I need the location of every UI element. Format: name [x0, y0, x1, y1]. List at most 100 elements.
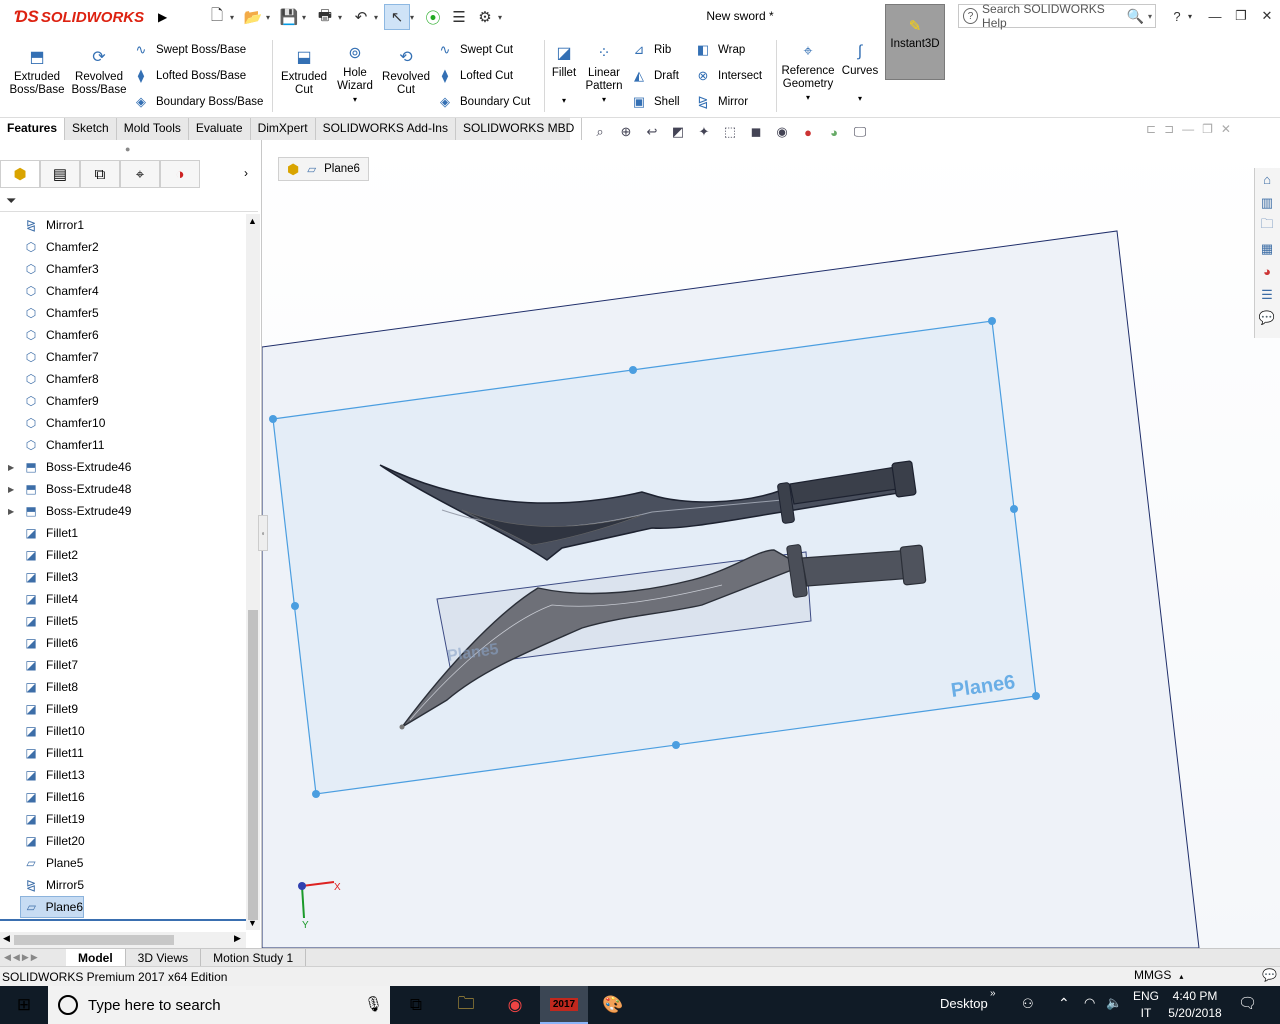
doc-tile-right-icon[interactable]: ⊐ [1164, 122, 1174, 136]
wrap-button[interactable]: ◧ Wrap [694, 40, 745, 60]
zoom-to-fit-icon[interactable]: ⌕ [590, 122, 610, 142]
part-icon[interactable]: ⬢ [287, 161, 299, 178]
action-center-icon[interactable]: 🗨 [1238, 994, 1257, 1012]
dynamic-annotation-icon[interactable]: ✦ [694, 122, 714, 142]
filter-funnel-icon[interactable]: ⏷ [6, 193, 16, 209]
tab-evaluate[interactable]: Evaluate [189, 118, 251, 140]
previous-view-icon[interactable]: ↩ [642, 122, 662, 142]
intersect-button[interactable]: ⊗ Intersect [694, 66, 763, 86]
clock[interactable]: 4:40 PM 5/20/2018 [1168, 988, 1222, 1022]
display-style-icon[interactable]: ◼ [746, 122, 766, 142]
scroll-up-icon[interactable]: ▲ [248, 216, 257, 226]
scroll-left-icon[interactable]: ◀ [3, 933, 10, 944]
hide-show-items-icon[interactable]: ◉ [772, 122, 792, 142]
section-view-icon[interactable]: ◩ [668, 122, 688, 142]
tree-item[interactable]: ⬡ Chamfer7 [0, 346, 246, 368]
edit-appearance-icon[interactable]: ● [798, 122, 818, 142]
print-icon[interactable]: 🖶 [312, 4, 338, 30]
tree-item[interactable]: ▶ ⬒ Boss-Extrude49 [0, 500, 246, 522]
reference-geometry-dropdown-icon[interactable]: ▾ [778, 91, 838, 104]
search-dropdown-icon[interactable]: ▾ [1148, 12, 1155, 21]
view-palette-icon[interactable]: ▦ [1255, 237, 1279, 260]
save-icon[interactable]: 💾 [276, 4, 302, 30]
tree-item[interactable]: ⬡ Chamfer4 [0, 280, 246, 302]
options-dropdown-icon[interactable]: ▾ [498, 13, 508, 22]
view-orientation-icon[interactable]: ⬚ [720, 122, 740, 142]
volume-icon[interactable]: 🔈 [1106, 995, 1122, 1011]
desktop-more-icon[interactable]: » [990, 988, 996, 999]
home-icon[interactable]: ⌂ [1255, 168, 1279, 191]
select-pointer-icon[interactable]: ↖ [384, 4, 410, 30]
scroll-down-icon[interactable]: ▼ [248, 918, 257, 928]
file-explorer-taskbar-icon[interactable]: 🗀 [442, 986, 490, 1024]
swept-boss-button[interactable]: ∿ Swept Boss/Base [132, 40, 247, 60]
hole-wizard-button[interactable]: ⊚ Hole Wizard ▾ [330, 42, 380, 106]
open-dropdown-icon[interactable]: ▾ [266, 13, 276, 22]
tree-item[interactable]: ⬡ Chamfer10 [0, 412, 246, 434]
doc-tile-left-icon[interactable]: ⊏ [1146, 122, 1156, 136]
design-library-icon[interactable]: ▥ [1255, 191, 1279, 214]
tree-item[interactable]: ◪ Fillet4 [0, 588, 246, 610]
tab-mold-tools[interactable]: Mold Tools [117, 118, 189, 140]
rebuild-traffic-light-icon[interactable]: ⦿ [420, 4, 446, 30]
undo-icon[interactable]: ↶ [348, 4, 374, 30]
new-dropdown-icon[interactable]: ▾ [230, 13, 240, 22]
tab-motion-study[interactable]: Motion Study 1 [201, 948, 307, 967]
panel-collapse-handle[interactable]: ◦ [258, 515, 268, 551]
tree-item[interactable]: ⬡ Chamfer3 [0, 258, 246, 280]
doc-minimize-icon[interactable]: — [1182, 122, 1194, 136]
scroll-right-icon[interactable]: ▶ [234, 933, 241, 944]
tree-item[interactable]: ◪ Fillet11 [0, 742, 246, 764]
people-icon[interactable]: ⚇ [1022, 996, 1034, 1012]
swept-cut-button[interactable]: ∿ Swept Cut [436, 40, 514, 60]
units-dropdown-icon[interactable]: ▴ [1179, 972, 1183, 981]
tab-mbd[interactable]: SOLIDWORKS MBD [456, 118, 583, 140]
tree-item[interactable]: ⬡ Chamfer2 [0, 236, 246, 258]
linear-pattern-dropdown-icon[interactable]: ▾ [582, 93, 626, 106]
tree-item[interactable]: ⬡ Chamfer6 [0, 324, 246, 346]
tree-item[interactable]: ▶ ⬒ Boss-Extrude48 [0, 478, 246, 500]
microphone-icon[interactable]: 🎙 [364, 995, 383, 1013]
draft-button[interactable]: ◭ Draft [630, 66, 679, 86]
tree-item[interactable]: ◪ Fillet13 [0, 764, 246, 786]
display-manager-tab-icon[interactable]: ◑ [160, 160, 200, 188]
desktop-toolbar[interactable]: Desktop [940, 996, 988, 1011]
tree-item[interactable]: ◪ Fillet6 [0, 632, 246, 654]
new-document-icon[interactable]: 🗋 [204, 4, 230, 30]
windows-start-icon[interactable]: ⊞ [0, 986, 48, 1024]
tray-chevron-icon[interactable]: ⌃ [1058, 995, 1070, 1012]
minimize-icon[interactable]: — [1204, 6, 1226, 26]
tree-item[interactable]: ⬡ Chamfer9 [0, 390, 246, 412]
taskbar-search-input[interactable]: Type here to search [48, 986, 390, 1024]
solidworks-logo[interactable]: ƊS SOLIDWORKS [0, 0, 152, 34]
tree-scroll-thumb[interactable] [248, 610, 258, 920]
open-folder-icon[interactable]: 📂 [240, 4, 266, 30]
view-settings-icon[interactable]: 🖵 [850, 122, 870, 142]
hole-wizard-dropdown-icon[interactable]: ▾ [330, 93, 380, 106]
tree-item[interactable]: ◪ Fillet2 [0, 544, 246, 566]
panel-splitter-dot[interactable]: ● [125, 144, 130, 154]
solidworks-taskbar-icon[interactable]: 2017 [540, 986, 588, 1024]
tree-item[interactable]: ⬡ Chamfer5 [0, 302, 246, 324]
tab-model[interactable]: Model [66, 948, 126, 967]
options-gear-icon[interactable]: ⚙ [472, 4, 498, 30]
print-dropdown-icon[interactable]: ▾ [338, 13, 348, 22]
help-search-input[interactable]: ? Search SOLIDWORKS Help 🔍 ▾ [958, 2, 1156, 30]
search-icon[interactable]: 🔍 [1127, 8, 1144, 25]
file-properties-icon[interactable]: ☰ [446, 4, 472, 30]
expand-arrow-icon[interactable]: ▶ [8, 507, 22, 516]
curves-button[interactable]: ∫ Curves ▾ [840, 40, 880, 105]
zoom-to-area-icon[interactable]: ⊕ [616, 122, 636, 142]
rib-button[interactable]: ⊿ Rib [630, 40, 672, 60]
forum-icon[interactable]: 💬 [1255, 306, 1279, 329]
breadcrumb-item[interactable]: Plane6 [324, 163, 360, 175]
tree-item[interactable]: ◪ Fillet3 [0, 566, 246, 588]
tree-item[interactable]: ⬡ Chamfer8 [0, 368, 246, 390]
fillet-button[interactable]: ◪ Fillet ▾ [546, 42, 582, 107]
property-manager-tab-icon[interactable]: ▤ [40, 160, 80, 188]
tree-item[interactable]: ◪ Fillet10 [0, 720, 246, 742]
tab-scroll-arrows-icon[interactable]: ◀◀▶▶ [0, 952, 66, 963]
doc-restore-icon[interactable]: ❐ [1202, 122, 1213, 136]
instant3d-toggle[interactable]: ✎ Instant3D [885, 4, 945, 80]
graphics-area[interactable]: Plane6 Plane5 X Y [262, 140, 1280, 948]
